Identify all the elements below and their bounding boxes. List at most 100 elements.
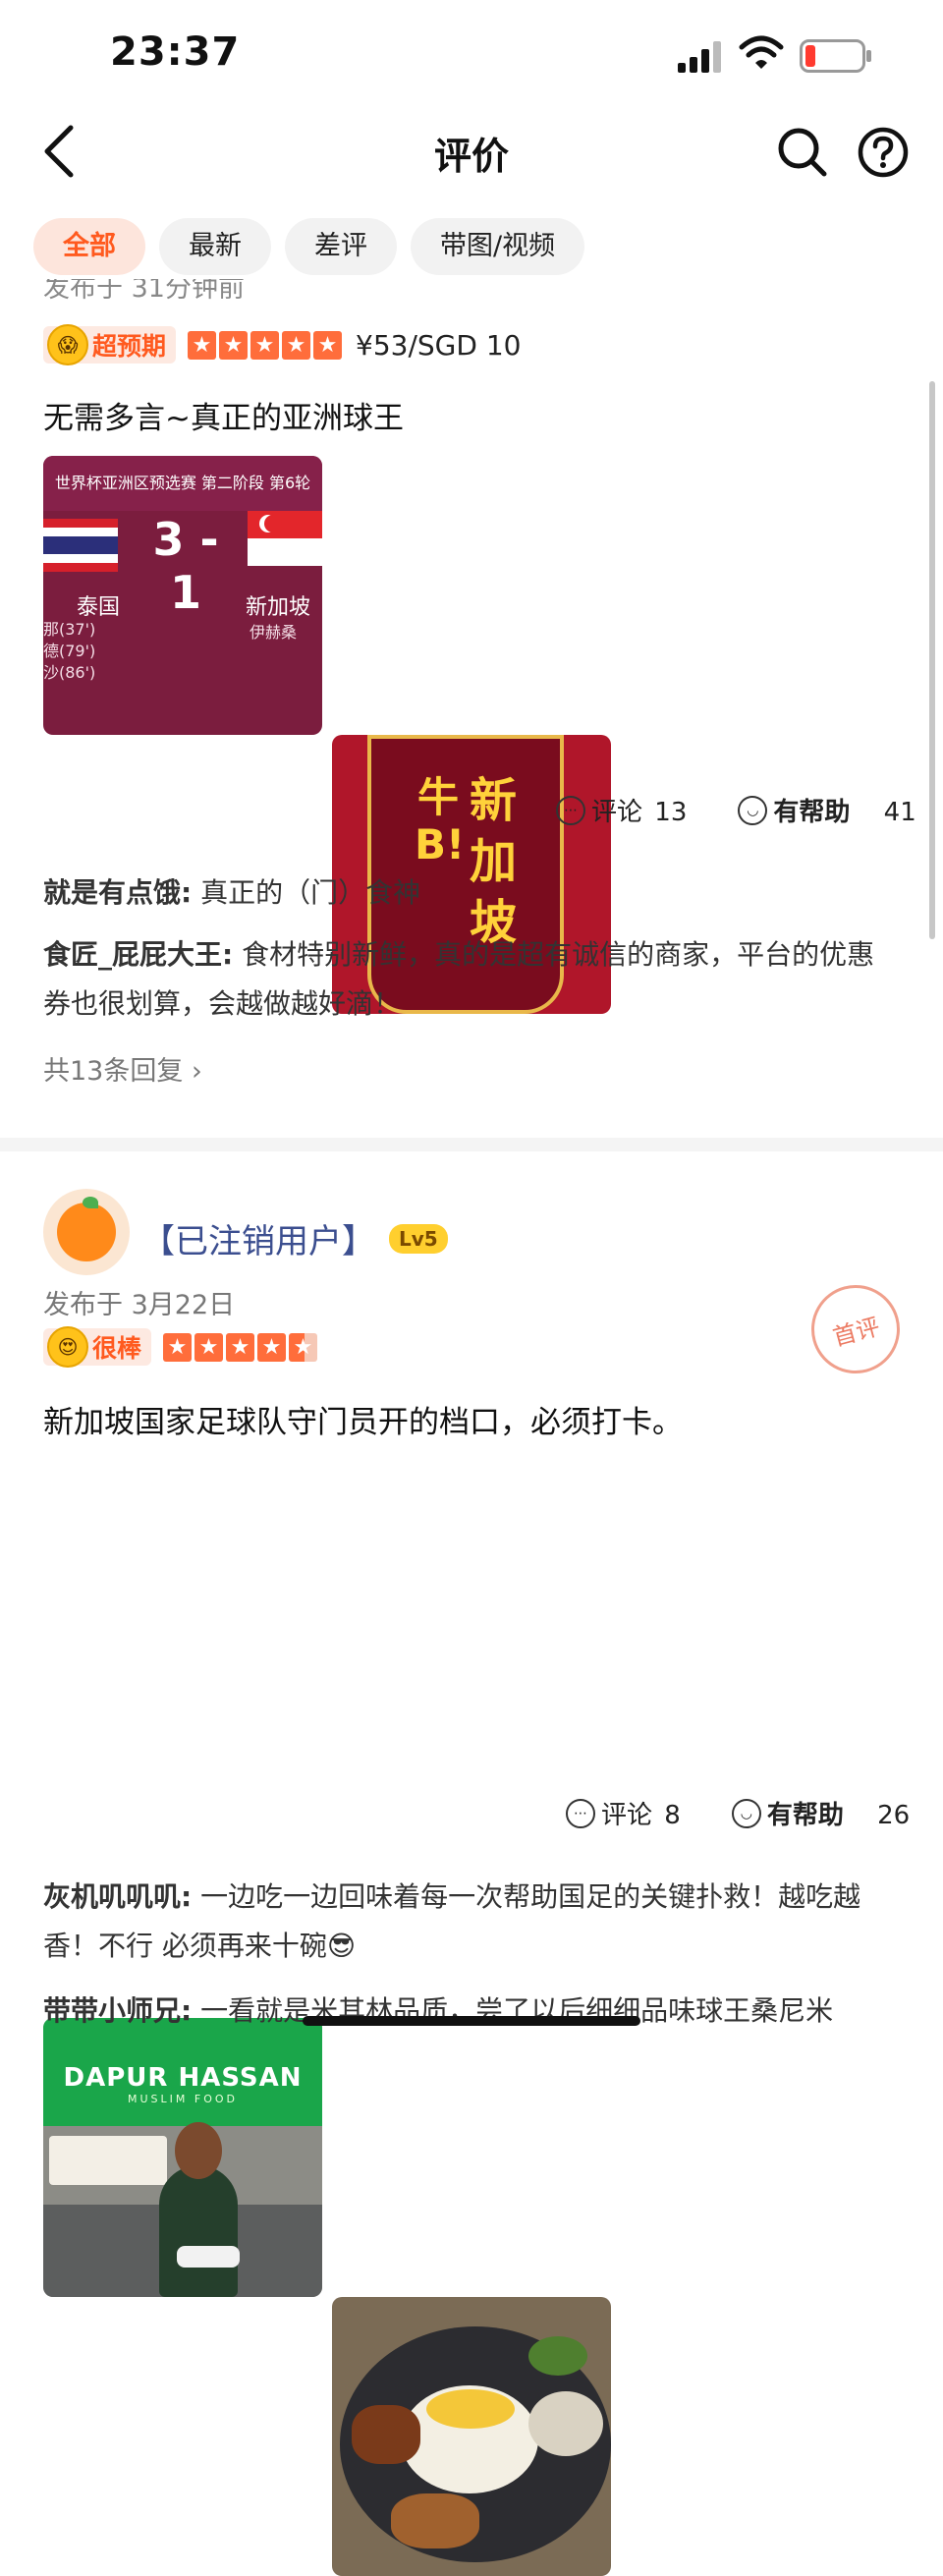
curry <box>352 2405 420 2464</box>
avatar[interactable] <box>43 1189 130 1275</box>
reply-author[interactable]: 食匠_屁屁大王: <box>43 938 233 971</box>
section-divider <box>0 1138 943 1151</box>
star-rating: ★ ★ ★ ★ ★ <box>163 1332 318 1362</box>
sambal-bowl <box>528 2391 603 2456</box>
smile-icon: ◡ <box>731 1798 761 1828</box>
comments-label: 评论 <box>601 1801 653 1830</box>
home-indicator[interactable] <box>303 2016 640 2026</box>
tab-all[interactable]: 全部 <box>33 218 145 275</box>
filter-tabs: 全部 最新 差评 带图/视频 <box>33 218 585 275</box>
half-star-icon: ★ <box>289 1332 318 1362</box>
review-photo[interactable]: 世界杯亚洲区预选赛 第二阶段 第6轮 3 - 1 泰国 新加坡 那(37') 德… <box>43 456 322 735</box>
scorer: 沙(86') <box>43 663 96 682</box>
search-button[interactable] <box>776 126 829 183</box>
reply-text: 真正的（门）食神 <box>200 876 421 909</box>
more-replies-link[interactable]: 共13条回复 › <box>43 1049 202 1088</box>
reply-author[interactable]: 带带小师兄: <box>43 1994 192 2027</box>
helpful-button[interactable]: 有帮助 26 <box>767 1795 910 1831</box>
star-icon: ★ <box>163 1332 193 1362</box>
star-icon: ★ <box>282 330 311 360</box>
reply-item: 就是有点饿: 真正的（门）食神 <box>43 868 898 918</box>
wifi-icon <box>739 35 784 75</box>
review-photo[interactable]: DAPUR HASSAN MUSLIM FOOD <box>43 2018 322 2297</box>
scorer-right: 伊赫桑 <box>250 623 298 642</box>
star-icon: ★ <box>188 330 217 360</box>
review-text: 无需多言~真正的亚洲球王 <box>43 401 404 436</box>
review-date: 发布于 3月22日 <box>43 1290 236 1320</box>
comment-icon: ⋯ <box>566 1798 595 1828</box>
helpful-count: 26 <box>877 1801 911 1830</box>
battery-icon <box>800 39 872 77</box>
tab-with-media[interactable]: 带图/视频 <box>411 218 585 275</box>
review-photo[interactable] <box>332 2297 611 2576</box>
helpful-label: 有帮助 <box>766 1801 844 1830</box>
reply-item: 食匠_屁屁大王: 食材特别新鲜，真的是超有诚信的商家，平台的优惠券也很划算，会越… <box>43 930 898 1029</box>
heart-eyes-emoji-icon: 😍 <box>47 1326 88 1368</box>
star-rating: ★ ★ ★ ★ ★ <box>188 330 343 360</box>
rating-row: 😍 很棒 ★ ★ ★ ★ ★ <box>43 1326 318 1368</box>
comment-icon: ⋯ <box>556 795 585 825</box>
star-icon: ★ <box>194 1332 224 1362</box>
comments-label: 评论 <box>591 798 643 827</box>
comments-button[interactable]: 评论 8 <box>601 1795 681 1831</box>
signal-icon <box>678 39 725 77</box>
plate <box>177 2246 240 2268</box>
star-icon: ★ <box>250 330 280 360</box>
first-review-stamp: 首评 <box>801 1274 911 1384</box>
level-badge: Lv5 <box>389 1223 448 1254</box>
person <box>159 2165 238 2297</box>
thailand-flag-icon <box>43 519 118 572</box>
helpful-count: 41 <box>883 798 916 827</box>
comments-button[interactable]: 评论 13 <box>591 792 687 828</box>
review-actions: ⋯ 评论 13 ◡ 有帮助 41 <box>556 792 916 828</box>
star-icon: ★ <box>313 330 343 360</box>
menu-board <box>49 2136 167 2185</box>
pennant-text-left: 牛B! <box>415 773 466 868</box>
orange-avatar-icon <box>57 1197 116 1261</box>
rating-label: 超预期 <box>92 332 167 361</box>
scorer: 那(37') <box>43 620 96 639</box>
tab-negative[interactable]: 差评 <box>285 218 397 275</box>
user-row: 【已注销用户】 Lv5 <box>141 1214 448 1262</box>
smile-icon: ◡ <box>738 795 768 825</box>
reply-item: 带带小师兄: 一看就是米其林品质，尝了以后细细品味球王桑尼米 <box>43 1987 898 2036</box>
status-time: 23:37 <box>110 29 241 75</box>
star-icon: ★ <box>226 1332 255 1362</box>
person-head <box>175 2122 222 2179</box>
team-right: 新加坡 <box>246 595 311 620</box>
review-text: 新加坡国家足球队守门员开的档口，必须打卡。 <box>43 1405 683 1440</box>
stall-sign-subtitle: MUSLIM FOOD <box>128 2093 238 2105</box>
photo-header: 世界杯亚洲区预选赛 第二阶段 第6轮 <box>43 456 322 511</box>
comments-count: 8 <box>664 1801 681 1830</box>
help-button[interactable] <box>857 126 910 183</box>
helpful-button[interactable]: 有帮助 41 <box>773 792 915 828</box>
team-left: 泰国 <box>77 595 121 620</box>
fried-chicken <box>391 2493 479 2548</box>
reply-author[interactable]: 灰机叽叽叽: <box>43 1880 192 1913</box>
question-icon <box>858 127 909 178</box>
username[interactable]: 【已注销用户】 <box>141 1214 375 1262</box>
chevron-right-icon: › <box>191 1056 202 1087</box>
singapore-flag-icon <box>248 511 322 566</box>
leaf <box>528 2336 587 2376</box>
review-date-partial: 发布于 31分钟前 <box>43 279 245 304</box>
comments-count: 13 <box>654 798 688 827</box>
rating-label: 很棒 <box>92 1334 142 1363</box>
helpful-label: 有帮助 <box>773 798 851 827</box>
more-replies-label: 共13条回复 <box>43 1056 184 1087</box>
scorers-left: 那(37') 德(79') 沙(86') <box>43 619 95 684</box>
pennant-text-right: 新加坡 <box>469 773 517 950</box>
review-actions: ⋯ 评论 8 ◡ 有帮助 26 <box>566 1795 910 1831</box>
surprised-emoji-icon: 😱 <box>47 324 88 365</box>
star-icon: ★ <box>257 1332 287 1362</box>
tab-latest[interactable]: 最新 <box>159 218 271 275</box>
egg-strips <box>426 2389 515 2429</box>
rating-row: 😱 超预期 ★ ★ ★ ★ ★ ¥53/SGD 10 <box>43 324 521 365</box>
reply-author[interactable]: 就是有点饿: <box>43 876 192 909</box>
scrollbar[interactable] <box>929 381 935 939</box>
search-icon <box>778 128 827 177</box>
rating-badge: 😍 很棒 <box>43 1326 152 1368</box>
rating-badge: 😱 超预期 <box>43 324 177 365</box>
scorer: 德(79') <box>43 642 96 660</box>
star-icon: ★ <box>219 330 249 360</box>
